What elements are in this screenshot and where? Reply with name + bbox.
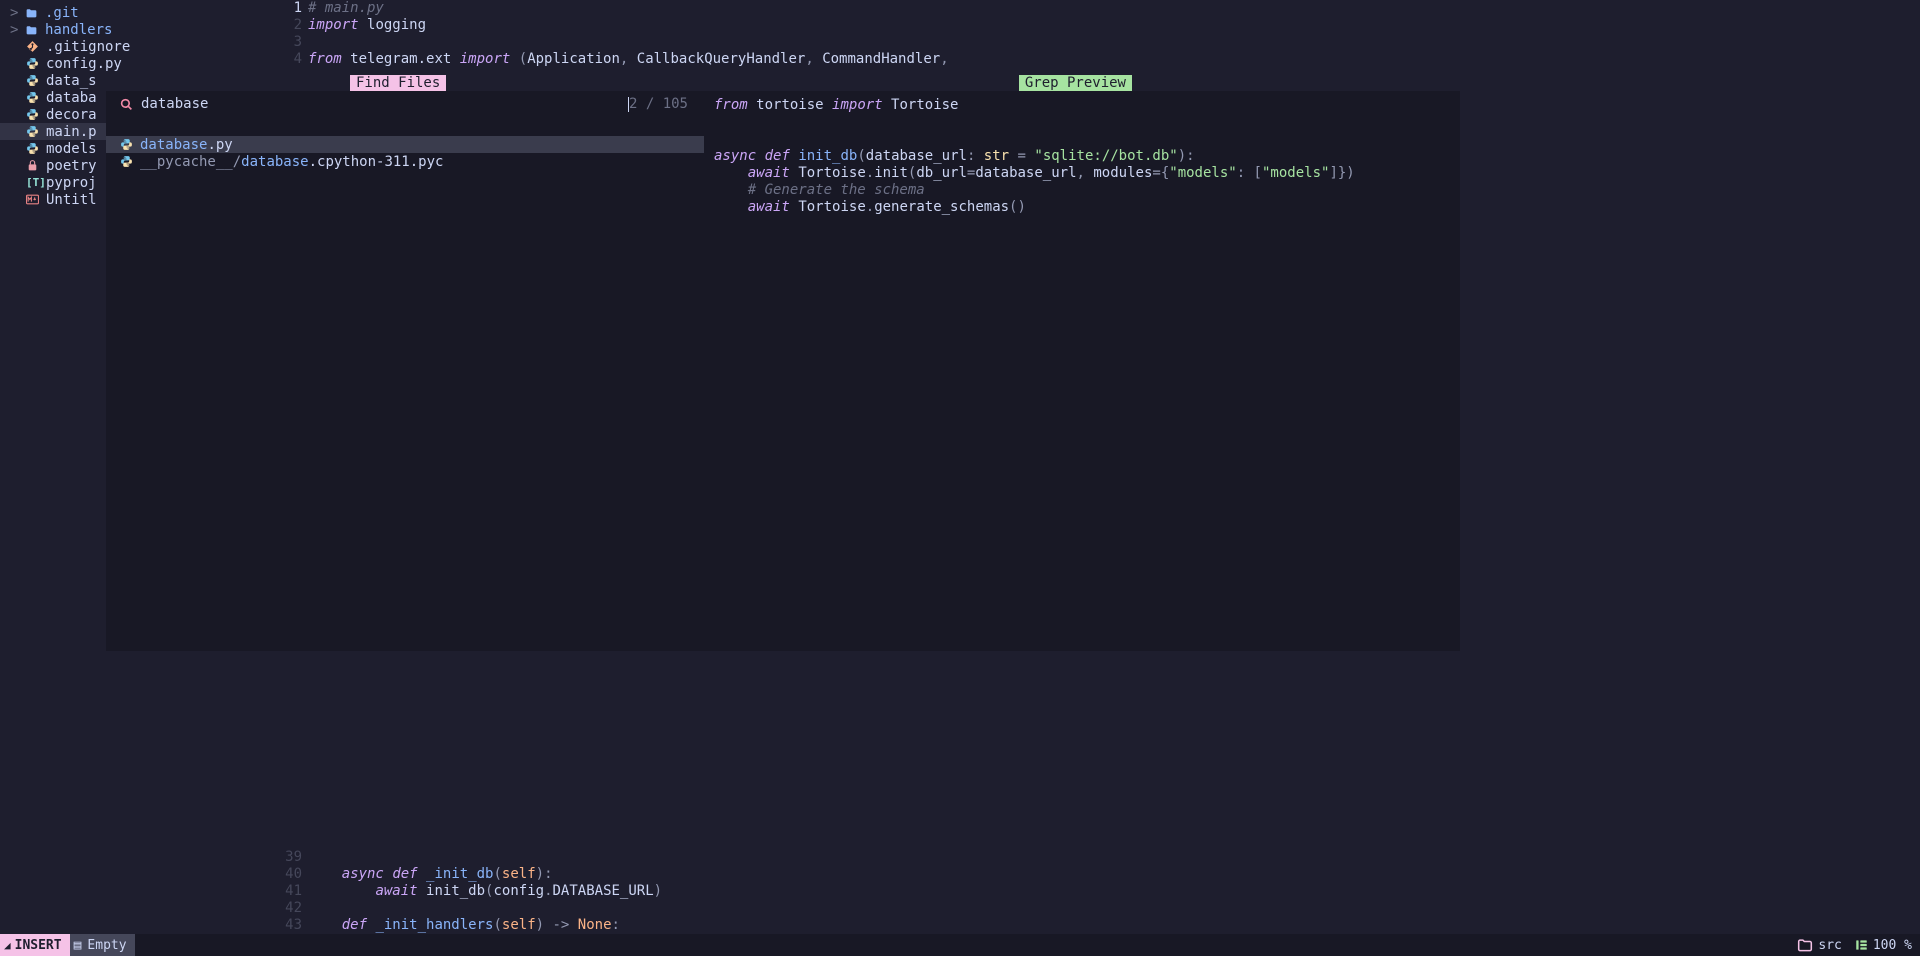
scroll-position-icon [1854, 938, 1869, 952]
preview-line: await Tortoise.generate_schemas() [714, 199, 1450, 216]
lock-icon [26, 159, 42, 172]
gutter-line-number: 39 [262, 849, 302, 866]
preview-line [714, 114, 1450, 131]
tree-item-label: handlers [45, 22, 112, 38]
tree-item-label: .gitignore [46, 39, 130, 55]
mode-label: INSERT [15, 938, 62, 953]
mode-indicator: ◢ INSERT [0, 934, 70, 956]
code-line[interactable] [308, 900, 662, 917]
chevron-right-icon[interactable]: > [10, 22, 20, 38]
code-line[interactable]: async def _init_db(self): [308, 866, 662, 883]
result-suffix: .py [207, 137, 232, 153]
python-icon [26, 74, 42, 87]
tree-item[interactable]: > handlers [0, 21, 262, 38]
python-icon [26, 125, 42, 138]
code-line[interactable]: import logging [308, 17, 1920, 34]
tree-item-label: data_s [46, 73, 97, 89]
tree-item-label: config.py [46, 56, 122, 72]
find-input-row[interactable]: 2 / 105 [106, 91, 704, 117]
python-icon [26, 142, 42, 155]
python-icon [120, 155, 136, 168]
folder-icon [25, 24, 41, 36]
gutter-line-number: 42 [262, 900, 302, 917]
preview-line: async def init_db(database_url: str = "s… [714, 148, 1450, 165]
toml-icon: [T] [26, 176, 42, 189]
gutter-line-number: 43 [262, 917, 302, 934]
tree-item-label: databa [46, 90, 97, 106]
tree-item-label: poetry [46, 158, 97, 174]
scroll-percent: 100 % [1873, 938, 1912, 953]
search-icon [120, 98, 133, 111]
folder-label: src [1818, 938, 1841, 953]
tree-item-label: main.p [46, 124, 97, 140]
gutter-line-number: 41 [262, 883, 302, 900]
grep-preview-pane: from tortoise import Tortoise async def i… [704, 91, 1460, 651]
code-line[interactable] [308, 34, 1920, 51]
git-icon [26, 40, 42, 53]
find-counter: 2 / 105 [629, 96, 688, 112]
python-icon [26, 91, 42, 104]
code-line[interactable] [308, 849, 662, 866]
code-line[interactable]: await init_db(config.DATABASE_URL) [308, 883, 662, 900]
gutter-line-number: 2 [262, 17, 302, 34]
find-results-list[interactable]: database.py__pycache__/database.cpython-… [106, 134, 704, 170]
code-line[interactable]: from telegram.ext import (Application, C… [308, 51, 1920, 68]
md-icon [26, 194, 42, 205]
tree-item[interactable]: > .git [0, 4, 262, 21]
preview-line: await Tortoise.init(db_url=database_url,… [714, 165, 1450, 182]
insert-mode-icon: ◢ [4, 939, 11, 952]
gutter-line-number: 1 [262, 0, 302, 17]
python-icon [26, 57, 42, 70]
tree-item-label: pyproj [46, 175, 97, 191]
tree-item-label: .git [45, 5, 79, 21]
file-icon: ▤ [74, 938, 82, 953]
preview-line: # Generate the schema [714, 182, 1450, 199]
result-match: database [140, 137, 207, 153]
preview-line: from tortoise import Tortoise [714, 97, 1450, 114]
result-prefix: __pycache__/ [140, 154, 241, 170]
status-bar: ◢ INSERT ▤ Empty src 100 % [0, 934, 1920, 956]
gutter-line-number: 4 [262, 51, 302, 68]
folder-status-icon [1796, 938, 1814, 952]
tree-item[interactable]: config.py [0, 55, 262, 72]
folder-icon [25, 7, 41, 19]
chevron-right-icon[interactable]: > [10, 5, 20, 21]
grep-preview-title: Grep Preview [1019, 75, 1132, 91]
gutter-line-number: 40 [262, 866, 302, 883]
find-files-overlay: Find Files Grep Preview 2 / 105 database… [106, 74, 1460, 651]
code-line[interactable]: # main.py [308, 0, 1920, 17]
buffer-label: Empty [87, 938, 126, 953]
code-line[interactable]: def _init_handlers(self) -> None: [308, 917, 662, 934]
find-result-item[interactable]: __pycache__/database.cpython-311.pyc [106, 153, 704, 170]
result-suffix: .cpython-311.pyc [309, 154, 444, 170]
tree-item-label: models [46, 141, 97, 157]
find-input[interactable] [141, 96, 629, 112]
gutter-line-number: 3 [262, 34, 302, 51]
tree-item[interactable]: .gitignore [0, 38, 262, 55]
tree-item-label: decora [46, 107, 97, 123]
tree-item-label: Untitl [46, 192, 97, 208]
python-icon [26, 108, 42, 121]
preview-line [714, 131, 1450, 148]
result-match: database [241, 154, 308, 170]
find-result-item[interactable]: database.py [106, 136, 704, 153]
python-icon [120, 138, 136, 151]
find-files-title: Find Files [350, 75, 446, 91]
